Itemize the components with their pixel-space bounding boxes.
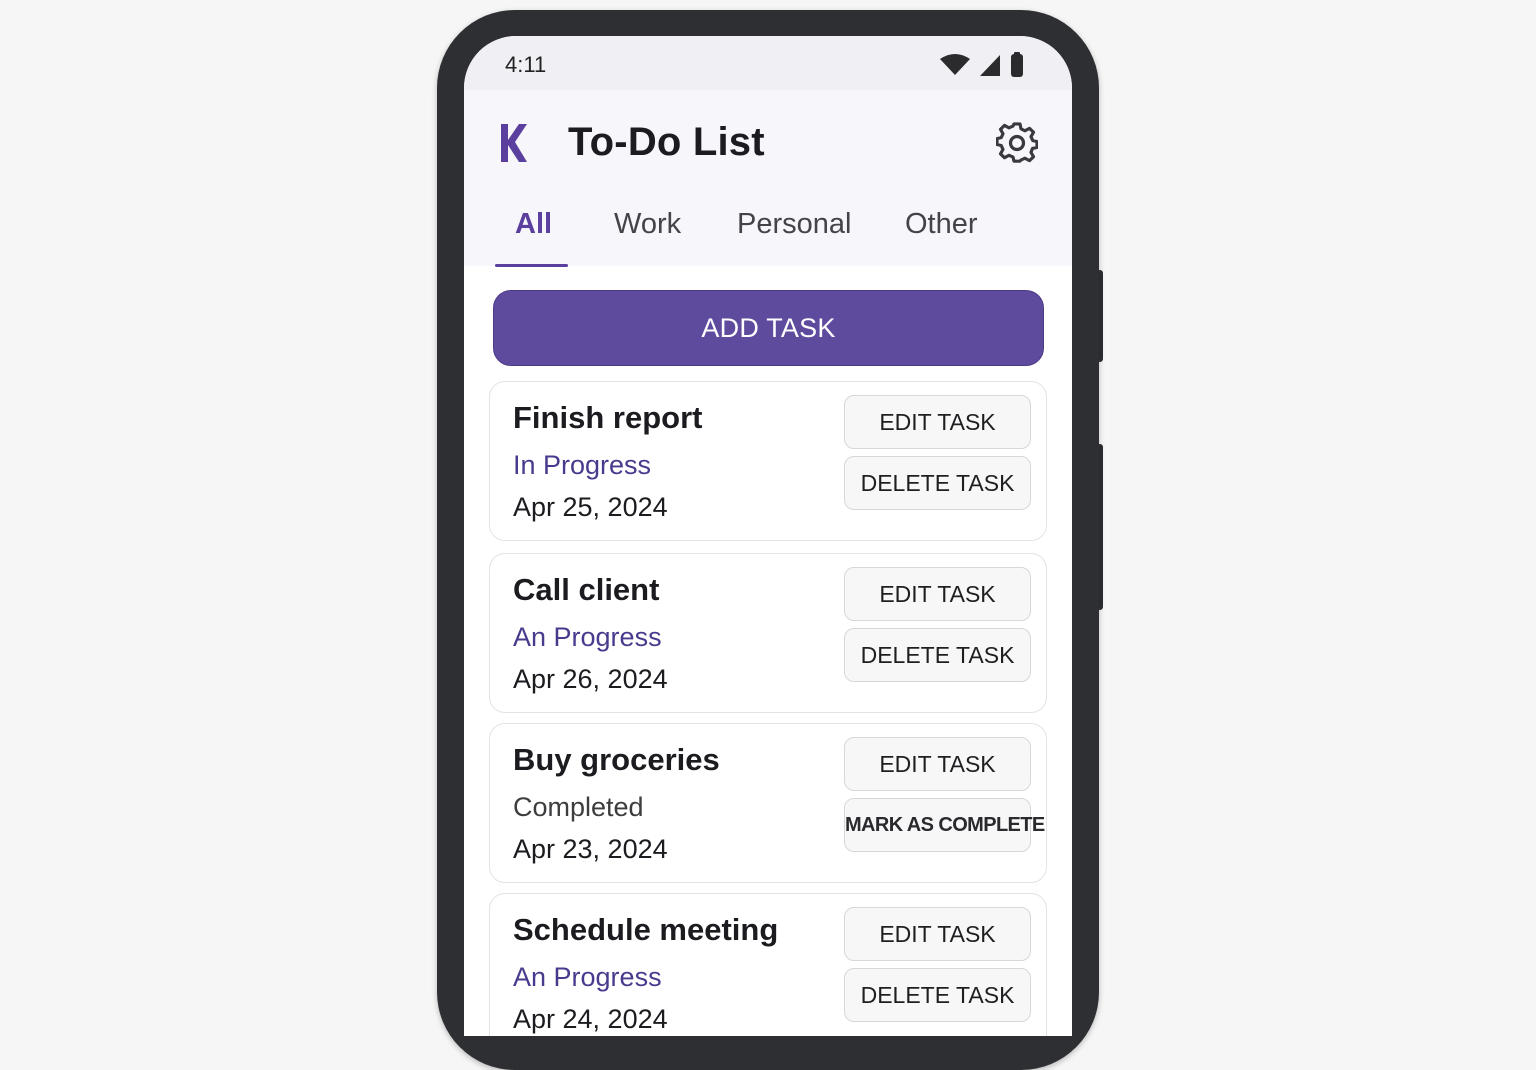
task-title: Schedule meeting: [513, 912, 779, 947]
tab-other[interactable]: Other: [905, 208, 978, 241]
task-date: Apr 23, 2024: [513, 834, 668, 864]
mark-as-complete-button[interactable]: MARK AS COMPLETE: [844, 798, 1045, 852]
edit-task-button[interactable]: EDIT TASK: [844, 395, 1031, 449]
wifi-icon: [940, 54, 970, 75]
status-icons: [940, 52, 1024, 78]
app-header: To-Do List All Work Personal Other: [464, 90, 1072, 267]
delete-task-button[interactable]: DELETE TASK: [844, 968, 1031, 1022]
task-status: An Progress: [513, 962, 662, 992]
status-time: 4:11: [505, 52, 547, 77]
status-bar: 4:11: [464, 36, 1072, 90]
task-status: Completed: [513, 792, 644, 822]
tab-all[interactable]: All: [515, 208, 552, 241]
task-title: Call client: [513, 572, 660, 607]
task-title: Buy groceries: [513, 742, 720, 777]
task-title: Finish report: [513, 400, 703, 435]
edit-task-button[interactable]: EDIT TASK: [844, 567, 1031, 621]
task-card: Call client An Progress Apr 26, 2024 EDI…: [489, 553, 1047, 713]
gear-icon[interactable]: [996, 122, 1038, 164]
battery-icon: [1011, 52, 1023, 77]
app-screen: 4:11 To-Do List All Work Personal Other …: [464, 36, 1072, 1036]
active-tab-indicator: [495, 264, 568, 267]
task-date: Apr 25, 2024: [513, 492, 668, 522]
page-title: To-Do List: [568, 120, 765, 164]
tab-work[interactable]: Work: [614, 208, 681, 241]
task-status: An Progress: [513, 622, 662, 652]
task-date: Apr 26, 2024: [513, 664, 668, 694]
task-card: Buy groceries Completed Apr 23, 2024 EDI…: [489, 723, 1047, 883]
k-logo-icon: [501, 124, 527, 162]
task-date: Apr 24, 2024: [513, 1004, 668, 1034]
task-card: Schedule meeting An Progress Apr 24, 202…: [489, 893, 1047, 1036]
task-card: Finish report In Progress Apr 25, 2024 E…: [489, 381, 1047, 541]
edit-task-button[interactable]: EDIT TASK: [844, 907, 1031, 961]
add-task-button[interactable]: ADD TASK: [493, 290, 1044, 366]
tab-personal[interactable]: Personal: [737, 208, 851, 241]
delete-task-button[interactable]: DELETE TASK: [844, 628, 1031, 682]
edit-task-button[interactable]: EDIT TASK: [844, 737, 1031, 791]
task-status: In Progress: [513, 450, 652, 480]
delete-task-button[interactable]: DELETE TASK: [844, 456, 1031, 510]
signal-icon: [980, 55, 1000, 76]
